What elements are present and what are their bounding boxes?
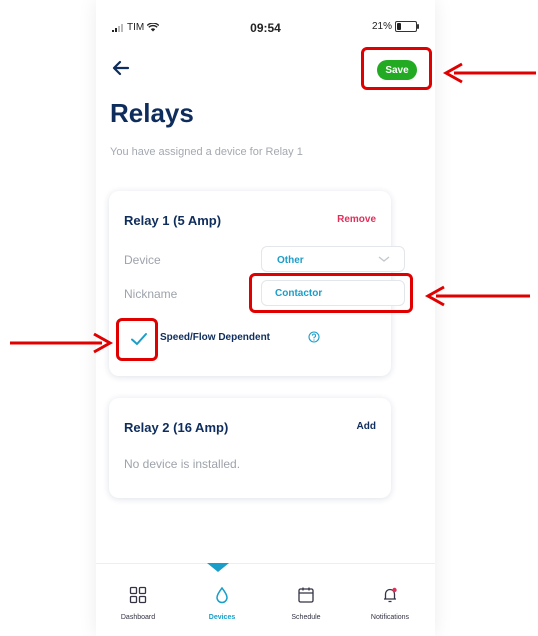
relay-1-title: Relay 1 (5 Amp) <box>124 213 222 228</box>
tab-notifications[interactable]: Notifications <box>348 584 432 626</box>
tab-schedule-label: Schedule <box>291 614 321 621</box>
relay-2-empty-text: No device is installed. <box>124 457 241 471</box>
device-select-value: Other <box>277 255 304 266</box>
speed-flow-label: Speed/Flow Dependent <box>160 332 271 343</box>
phone-screen: TIM 09:54 21% Save Relays You have assig… <box>96 0 435 636</box>
battery-icon <box>395 21 419 32</box>
calendar-icon <box>298 587 314 603</box>
chevron-down-icon <box>378 256 390 262</box>
back-arrow-icon <box>112 60 130 75</box>
nickname-annotation-arrow <box>424 285 530 307</box>
tab-schedule[interactable]: Schedule <box>264 584 348 626</box>
bell-icon <box>384 587 397 603</box>
save-annotation-arrow <box>442 62 536 84</box>
tab-bar: Dashboard Devices Schedule Notifications <box>96 563 435 636</box>
nickname-label: Nickname <box>124 287 178 301</box>
relay-2-title: Relay 2 (16 Amp) <box>124 420 229 435</box>
relay-1-card: Relay 1 (5 Amp) Remove Device Other Nick… <box>109 191 405 376</box>
battery-fill <box>397 23 401 30</box>
tab-devices-label: Devices <box>208 614 236 621</box>
page-title: Relays <box>110 98 194 128</box>
page-subtitle: You have assigned a device for Relay 1 <box>110 146 303 158</box>
tab-dashboard-label: Dashboard <box>120 614 156 621</box>
status-bar: TIM 09:54 21% <box>96 0 435 50</box>
active-tab-indicator <box>207 563 229 572</box>
battery-indicator: 21% <box>371 21 419 32</box>
tab-notifications-label: Notifications <box>370 614 410 621</box>
relay-2-card: Relay 2 (16 Amp) Add No device is instal… <box>109 398 391 498</box>
tab-devices[interactable]: Devices <box>180 584 264 626</box>
save-button[interactable]: Save <box>377 60 417 80</box>
checkmark-icon <box>131 333 147 345</box>
battery-percent: 21% <box>371 21 392 32</box>
back-button[interactable] <box>106 56 136 82</box>
remove-relay-1-button[interactable]: Remove <box>337 214 376 225</box>
tab-dashboard[interactable]: Dashboard <box>96 584 180 626</box>
add-relay-2-button[interactable]: Add <box>357 421 376 432</box>
drop-icon <box>216 586 228 604</box>
speed-flow-checkbox[interactable] <box>129 329 149 349</box>
device-select[interactable]: Other <box>261 246 405 272</box>
help-icon[interactable] <box>308 331 320 343</box>
device-label: Device <box>124 253 161 267</box>
nickname-input[interactable] <box>261 280 405 306</box>
grid-icon <box>129 586 147 604</box>
